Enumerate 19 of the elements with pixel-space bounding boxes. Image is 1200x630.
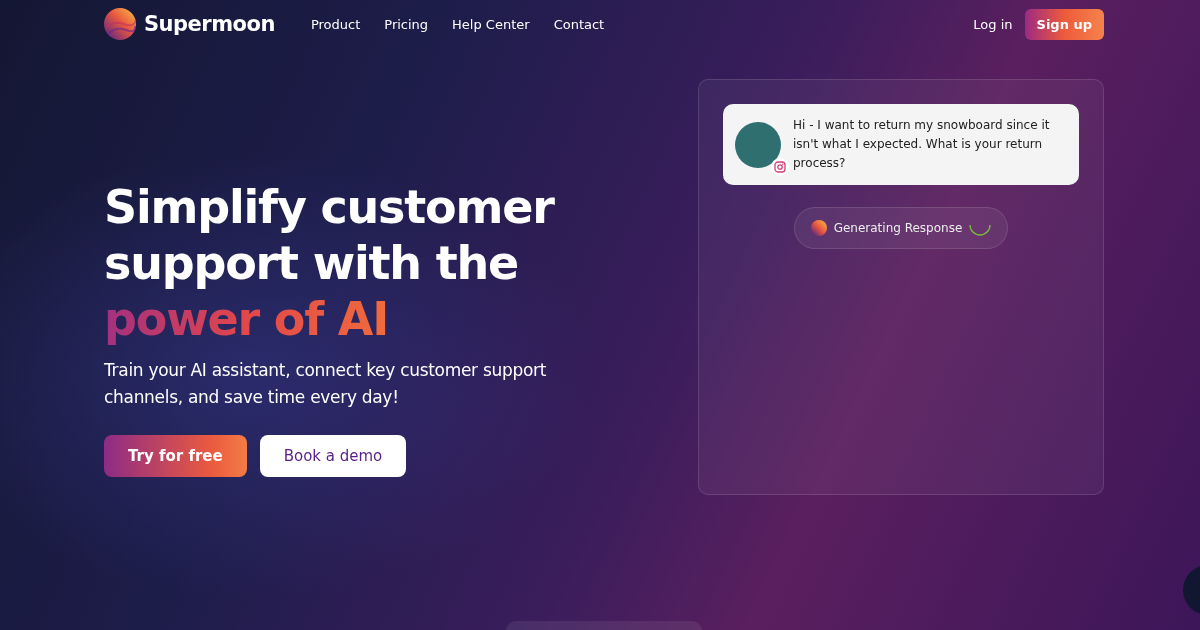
nav-link[interactable]: Contact (553, 16, 605, 32)
status-text: Generating Response (833, 221, 963, 235)
nav-link[interactable]: Help Center (452, 16, 530, 32)
try-free-button[interactable]: Try for free (104, 435, 247, 477)
headline: support with the (104, 235, 520, 291)
login-link[interactable]: Log in (973, 16, 1013, 32)
headline: Simplify customer (104, 179, 556, 235)
book-demo-button[interactable]: Book a demo (259, 435, 407, 477)
brand-name[interactable]: Supermoon (144, 12, 275, 36)
spinner-icon (969, 224, 992, 236)
logo-icon[interactable] (104, 8, 136, 40)
signup-button[interactable]: Sign up (1024, 8, 1104, 40)
nav-link[interactable]: Product (310, 16, 361, 32)
subtitle: Train your AI assistant, connect key customer support channels, and save time every day! (104, 359, 548, 409)
avatar (735, 121, 781, 168)
orb-icon (810, 220, 827, 236)
nav-link[interactable]: Pricing (384, 16, 429, 32)
message-text: Hi - I want to return my snowboard since it isn't what I expected. What is your return process? (793, 117, 1051, 172)
camera-icon (774, 160, 786, 173)
